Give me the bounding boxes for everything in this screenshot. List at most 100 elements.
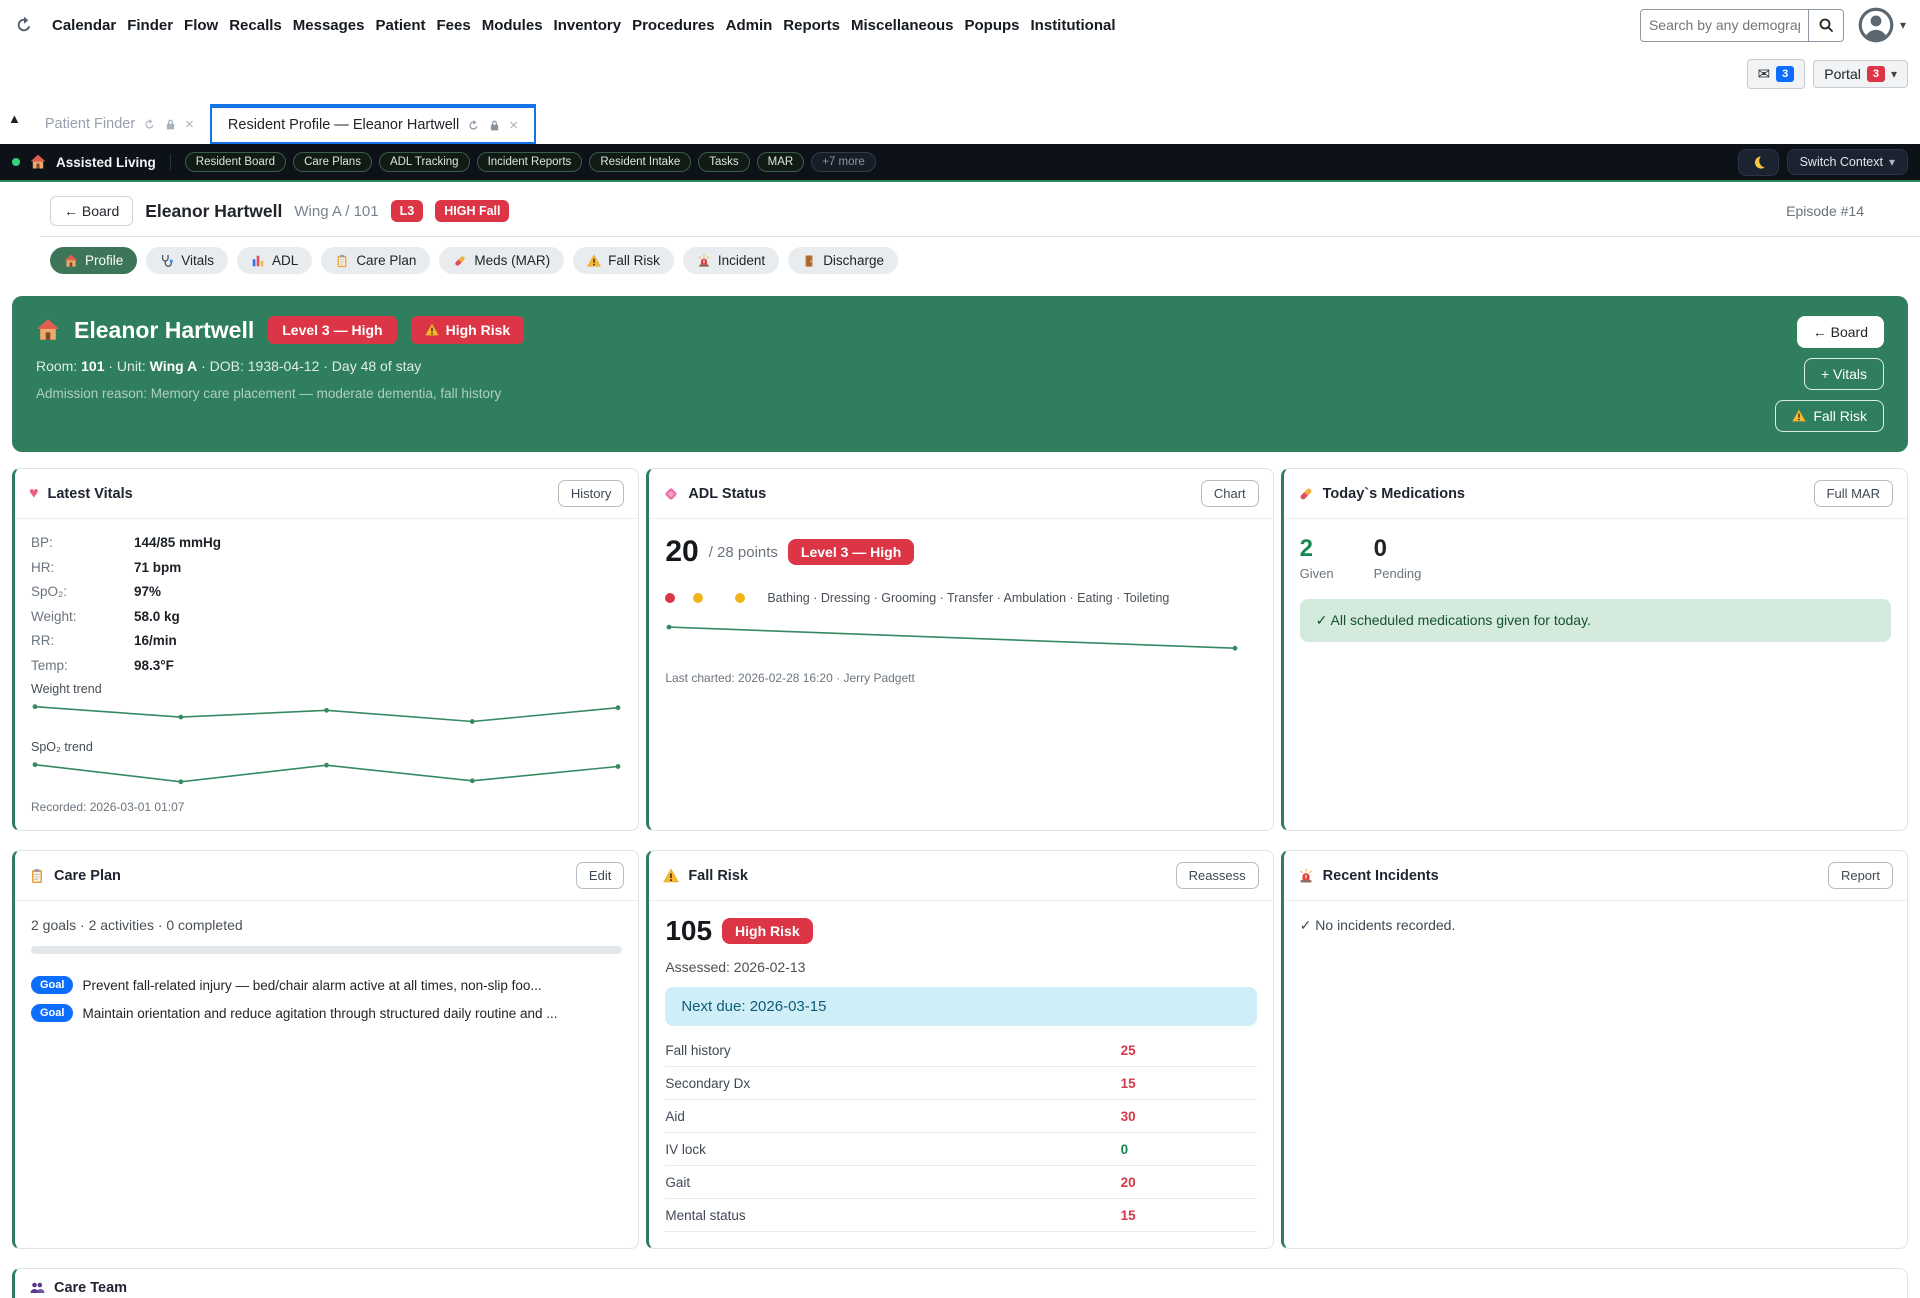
tab-vitals[interactable]: Vitals: [146, 247, 228, 274]
nav-item-reports[interactable]: Reports: [783, 17, 840, 34]
adl-chart-button[interactable]: Chart: [1201, 480, 1259, 507]
care-plan-edit-button[interactable]: Edit: [576, 862, 624, 889]
nav-item-inventory[interactable]: Inventory: [554, 17, 622, 34]
level-badge: L3: [391, 200, 424, 222]
pill-incident-reports[interactable]: Incident Reports: [477, 152, 583, 172]
nav-item-fees[interactable]: Fees: [437, 17, 471, 34]
care-team-card: Care Team Physician: Jerry Padgett Nurse…: [12, 1268, 1908, 1298]
tab-fall-risk[interactable]: Fall Risk: [573, 247, 674, 274]
lock-icon[interactable]: [164, 118, 177, 131]
top-right-controls: ▾: [1640, 7, 1906, 43]
nav-item-patient[interactable]: Patient: [375, 17, 425, 34]
user-menu[interactable]: ▾: [1858, 7, 1906, 43]
envelope-icon: ✉: [1758, 65, 1771, 83]
tab-care-plan[interactable]: Care Plan: [321, 247, 430, 274]
house-icon: [30, 154, 46, 170]
context-right: Switch Context ▾: [1738, 149, 1908, 176]
pill-more[interactable]: +7 more: [811, 152, 876, 172]
tab-patient-finder[interactable]: Patient Finder ×: [29, 104, 210, 144]
pill-resident-board[interactable]: Resident Board: [185, 152, 286, 172]
pill-mar[interactable]: MAR: [757, 152, 805, 172]
pill-icon: [453, 254, 467, 268]
refresh-icon[interactable]: [143, 118, 156, 131]
last-charted: Last charted: 2026-02-28 16:20 · Jerry P…: [665, 671, 1256, 685]
close-icon[interactable]: ×: [185, 116, 194, 133]
factor-row: Secondary Dx15: [665, 1067, 1256, 1100]
goal-item: Goal Maintain orientation and reduce agi…: [31, 1004, 622, 1022]
incident-report-button[interactable]: Report: [1828, 862, 1893, 889]
tab-adl[interactable]: ADL: [237, 247, 312, 274]
tab-label: ADL: [272, 253, 298, 268]
tab-label: Vitals: [181, 253, 214, 268]
portal-toolbar: ✉ 3 Portal 3 ▾: [0, 50, 1920, 98]
theme-toggle-button[interactable]: [1738, 149, 1779, 176]
switch-context-button[interactable]: Switch Context ▾: [1787, 149, 1908, 175]
status-dot: [12, 158, 20, 166]
fall-risk-badge: High Risk: [722, 918, 813, 944]
goal-badge: Goal: [31, 1004, 73, 1022]
search-input[interactable]: [1640, 9, 1808, 42]
hero-add-vitals-button[interactable]: + Vitals: [1804, 358, 1884, 390]
vitals-history-button[interactable]: History: [558, 480, 624, 507]
pending-stat: 0 Pending: [1374, 535, 1422, 581]
nav-item-messages[interactable]: Messages: [293, 17, 365, 34]
collapse-tabs-icon[interactable]: ▲: [8, 111, 21, 126]
adl-dot-red: [665, 593, 675, 603]
hero-board-button[interactable]: ← Board: [1797, 316, 1884, 348]
context-bar: Assisted Living Resident Board Care Plan…: [0, 144, 1920, 182]
door-icon: [802, 254, 816, 268]
back-to-board-button[interactable]: ← Board: [50, 196, 133, 226]
adl-score-total: / 28 points: [709, 544, 778, 561]
mail-badge: 3: [1776, 66, 1794, 82]
pending-label: Pending: [1374, 566, 1422, 581]
adl-dot-yellow: [735, 593, 745, 603]
mail-button[interactable]: ✉ 3: [1747, 59, 1806, 89]
close-icon[interactable]: ×: [509, 117, 518, 134]
top-bar: Calendar Finder Flow Recalls Messages Pa…: [0, 0, 1920, 50]
nav-item-admin[interactable]: Admin: [726, 17, 773, 34]
hero-actions: ← Board + Vitals Fall Risk: [1775, 316, 1884, 432]
factor-row: Fall history25: [665, 1034, 1256, 1067]
nav-item-recalls[interactable]: Recalls: [229, 17, 282, 34]
search-icon: [1818, 17, 1834, 33]
nav-item-modules[interactable]: Modules: [482, 17, 543, 34]
pill-adl-tracking[interactable]: ADL Tracking: [379, 152, 470, 172]
recent-incidents-card: Recent Incidents Report ✓ No incidents r…: [1281, 850, 1908, 1249]
pill-icon: [1298, 486, 1314, 502]
tab-discharge[interactable]: Discharge: [788, 247, 898, 274]
given-count: 2: [1300, 535, 1334, 563]
nav-item-popups[interactable]: Popups: [965, 17, 1020, 34]
nav-item-calendar[interactable]: Calendar: [52, 17, 116, 34]
pill-resident-intake[interactable]: Resident Intake: [589, 152, 691, 172]
pill-care-plans[interactable]: Care Plans: [293, 152, 372, 172]
heart-icon: ♥: [29, 485, 39, 503]
full-mar-button[interactable]: Full MAR: [1814, 480, 1893, 507]
vital-row: SpO₂:97%: [31, 584, 622, 599]
siren-icon: [1298, 868, 1314, 884]
pill-tasks[interactable]: Tasks: [698, 152, 749, 172]
context-app-name: Assisted Living: [56, 155, 156, 170]
no-incidents-message: ✓ No incidents recorded.: [1300, 917, 1891, 934]
nav-item-institutional[interactable]: Institutional: [1031, 17, 1116, 34]
tab-meds-mar[interactable]: Meds (MAR): [439, 247, 564, 274]
nav-item-finder[interactable]: Finder: [127, 17, 173, 34]
lock-icon[interactable]: [488, 119, 501, 132]
app-refresh-icon[interactable]: [14, 15, 34, 35]
portal-button[interactable]: Portal 3 ▾: [1813, 60, 1908, 88]
tab-resident-profile[interactable]: Resident Profile — Eleanor Hartwell ×: [210, 104, 536, 144]
tab-profile[interactable]: Profile: [50, 247, 137, 274]
hero-level-badge: Level 3 — High: [268, 316, 396, 344]
people-icon: [29, 1280, 45, 1296]
nav-item-flow[interactable]: Flow: [184, 17, 218, 34]
reassess-button[interactable]: Reassess: [1176, 862, 1259, 889]
tab-incident[interactable]: Incident: [683, 247, 779, 274]
refresh-icon[interactable]: [467, 119, 480, 132]
weight-trend-label: Weight trend: [31, 682, 622, 696]
card-title: Care Team: [54, 1280, 127, 1296]
hero-fall-risk-button[interactable]: Fall Risk: [1775, 400, 1884, 432]
medications-complete-alert: ✓ All scheduled medications given for to…: [1300, 599, 1891, 642]
nav-item-procedures[interactable]: Procedures: [632, 17, 715, 34]
vital-row: Temp:98.3°F: [31, 658, 622, 673]
nav-item-miscellaneous[interactable]: Miscellaneous: [851, 17, 954, 34]
search-button[interactable]: [1808, 9, 1844, 42]
